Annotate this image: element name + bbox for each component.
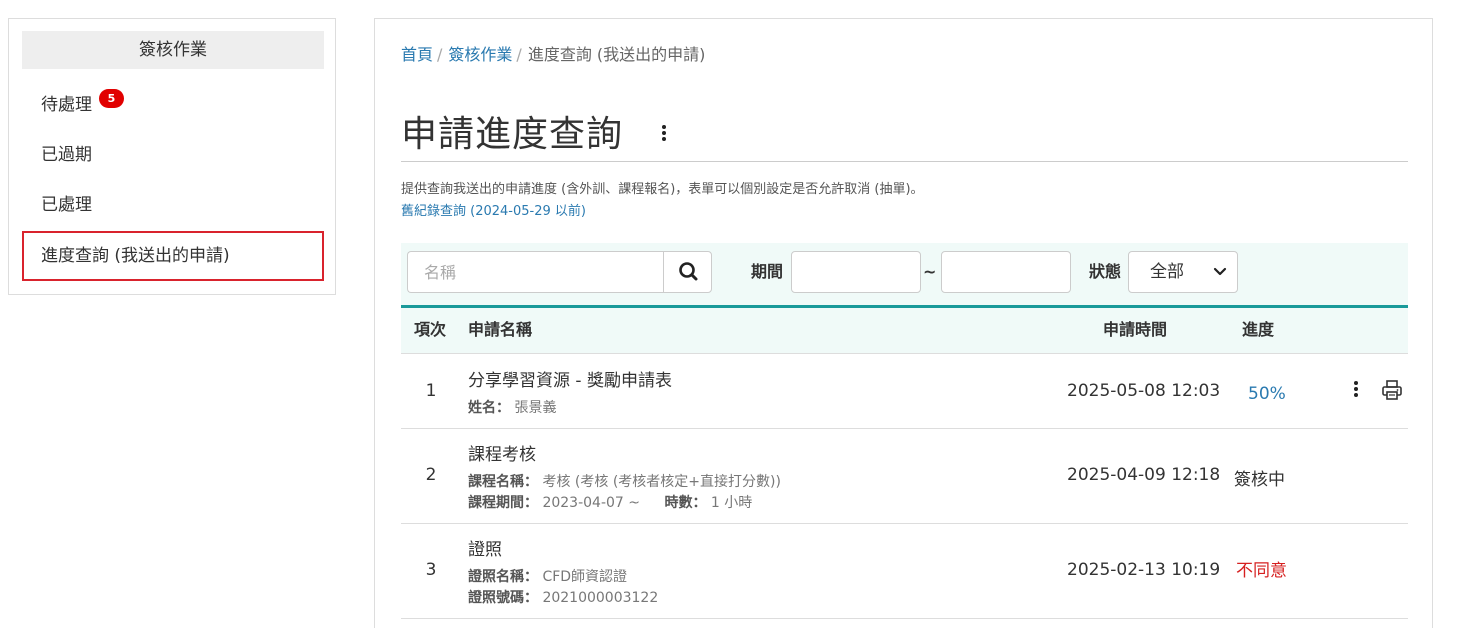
row-index: 1 [425, 381, 437, 401]
status-select[interactable]: 全部 [1128, 251, 1238, 293]
row-detail: 姓名： 張景義 [468, 397, 556, 417]
column-header-name: 申請名稱 [468, 320, 533, 339]
period-label: 期間 [751, 262, 784, 281]
detail-label: 姓名： [468, 400, 510, 416]
filter-bar: 期間 ~ 狀態 全部 [401, 243, 1408, 305]
column-header-time: 申請時間 [1103, 320, 1168, 339]
table-row: 1 分享學習資源 - 獎勵申請表 姓名： 張景義 2025-05-08 12:0… [401, 354, 1408, 429]
column-header-index: 項次 [414, 320, 447, 339]
detail-value: 2021000003122 [542, 590, 659, 606]
sidebar-item-label: 進度查詢 (我送出的申請) [41, 246, 230, 266]
row-detail: 課程期間： 2023-04-07 ~ 時數： 1 小時 [468, 492, 752, 512]
row-detail: 證照名稱： CFD師資認證 [468, 566, 627, 586]
search-input[interactable] [407, 251, 664, 293]
chevron-down-icon [1213, 267, 1227, 276]
detail-label: 課程期間： [468, 495, 538, 511]
breadcrumb-home-link[interactable]: 首頁 [401, 45, 433, 64]
page-title: 申請進度查詢 [401, 114, 624, 155]
sidebar-item-label: 已過期 [41, 145, 92, 165]
detail-value: 考核 (考核 (考核者核定+直接打分數)) [542, 474, 781, 490]
row-index: 2 [425, 465, 437, 485]
breadcrumb-separator: / [437, 45, 443, 64]
breadcrumb-section-link[interactable]: 簽核作業 [448, 45, 512, 64]
title-divider [401, 161, 1408, 162]
row-time: 2025-05-08 12:03 [1067, 381, 1221, 401]
table-row: 2 課程考核 課程名稱： 考核 (考核 (考核者核定+直接打分數)) 課程期間：… [401, 429, 1408, 524]
sidebar-item-expired[interactable]: 已過期 [22, 130, 324, 180]
row-time: 2025-04-09 12:18 [1067, 465, 1221, 485]
detail-value: 張景義 [514, 400, 557, 416]
sidebar-item-label: 待處理 [41, 95, 92, 115]
sidebar-item-processed[interactable]: 已處理 [22, 180, 324, 230]
detail-value: 1 小時 [710, 495, 753, 511]
breadcrumb: 首頁 / 簽核作業 / 進度查詢 (我送出的申請) [401, 41, 705, 65]
row-detail: 課程名稱： 考核 (考核 (考核者核定+直接打分數)) [468, 471, 781, 491]
row-time: 2025-02-13 10:19 [1067, 560, 1221, 580]
column-header-progress: 進度 [1242, 320, 1275, 339]
row-detail: 證照號碼： 2021000003122 [468, 587, 658, 607]
old-records-link[interactable]: 舊紀錄查詢 (2024-05-29 以前) [401, 200, 586, 219]
period-tilde: ~ [923, 262, 937, 281]
row-name: 課程考核 [468, 445, 536, 465]
breadcrumb-separator: / [516, 45, 522, 64]
sidebar: 簽核作業 待處理 5 已過期 已處理 進度查詢 (我送出的申請) [8, 18, 336, 295]
search-button[interactable] [663, 251, 712, 293]
print-icon[interactable] [1381, 379, 1403, 401]
sidebar-item-progress-query[interactable]: 進度查詢 (我送出的申請) [22, 231, 324, 281]
row-kebab-menu-icon[interactable] [1350, 381, 1362, 401]
page-kebab-menu-icon[interactable] [656, 125, 672, 147]
sidebar-item-label: 已處理 [41, 195, 92, 215]
table-header: 項次 申請名稱 申請時間 進度 [401, 305, 1408, 354]
period-end-input[interactable] [941, 251, 1071, 293]
detail-label: 證照號碼： [468, 590, 538, 606]
row-progress: 50% [1248, 384, 1286, 404]
period-start-input[interactable] [791, 251, 921, 293]
detail-label: 課程名稱： [468, 474, 538, 490]
detail-label: 時數： [664, 495, 707, 511]
search-icon [679, 262, 698, 281]
row-name: 證照 [468, 540, 502, 560]
page-description: 提供查詢我送出的申請進度 (含外訓、課程報名)，表單可以個別設定是否允許取消 (… [401, 182, 924, 197]
detail-label: 證照名稱： [468, 569, 538, 585]
row-index: 3 [425, 560, 437, 580]
breadcrumb-current: 進度查詢 (我送出的申請) [527, 45, 706, 64]
sidebar-header: 簽核作業 [22, 31, 324, 69]
row-name: 分享學習資源 - 獎勵申請表 [468, 371, 672, 391]
detail-value: 2023-04-07 ~ [542, 495, 640, 511]
detail-value: CFD師資認證 [542, 569, 628, 585]
table-row: 3 證照 證照名稱： CFD師資認證 證照號碼： 2021000003122 2… [401, 524, 1408, 619]
status-label: 狀態 [1089, 262, 1122, 281]
sidebar-item-pending[interactable]: 待處理 5 [22, 80, 324, 130]
row-progress: 不同意 [1236, 561, 1287, 581]
status-select-value: 全部 [1150, 262, 1184, 282]
row-progress: 簽核中 [1234, 470, 1285, 490]
pending-count-badge: 5 [99, 89, 124, 108]
main-panel: 首頁 / 簽核作業 / 進度查詢 (我送出的申請) 申請進度查詢 提供查詢我送出的申請進… [374, 18, 1433, 628]
